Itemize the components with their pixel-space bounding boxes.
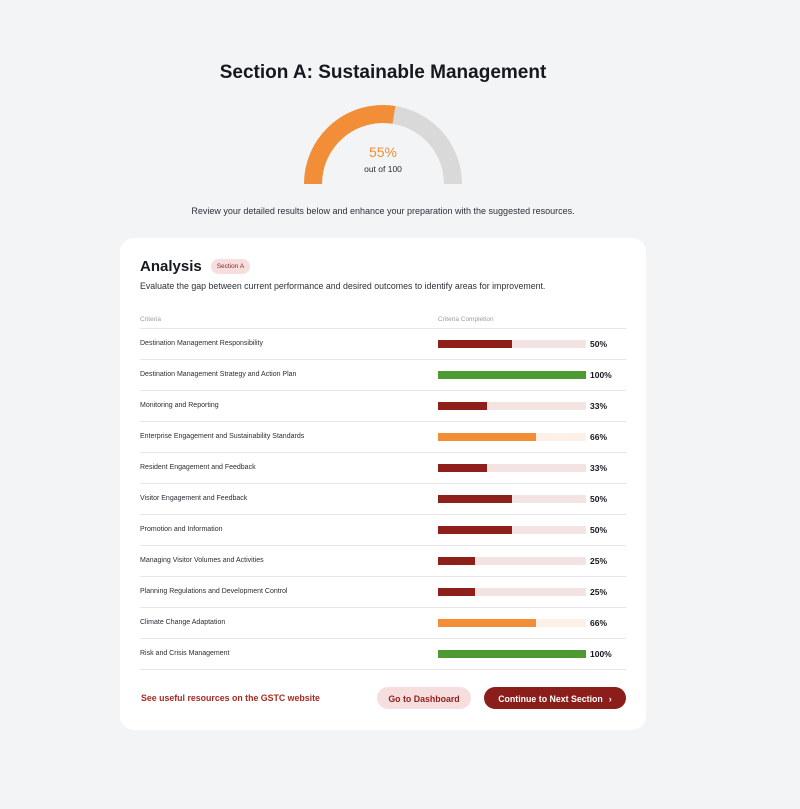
table-row: Resident Engagement and Feedback 33%: [140, 453, 626, 484]
completion-percent: 25%: [590, 587, 608, 597]
completion-bar-track: [438, 588, 586, 596]
gstc-resources-link[interactable]: See useful resources on the GSTC website: [141, 693, 320, 703]
completion-bar-fill: [438, 402, 487, 410]
table-row: Risk and Crisis Management 100%: [140, 639, 626, 670]
completion-bar-track: [438, 433, 586, 441]
completion-percent: 50%: [590, 339, 608, 349]
table-row: Managing Visitor Volumes and Activities 2…: [140, 546, 626, 577]
table-row: Planning Regulations and Development Con…: [140, 577, 626, 608]
completion-percent: 66%: [590, 432, 608, 442]
completion-bar-track: [438, 340, 586, 348]
table-row: Visitor Engagement and Feedback 50%: [140, 484, 626, 515]
gauge-score: 55%: [368, 144, 398, 160]
completion-percent: 25%: [590, 556, 608, 566]
table-row: Destination Management Strategy and Acti…: [140, 360, 626, 391]
completion-percent: 66%: [590, 618, 608, 628]
completion-percent: 33%: [590, 401, 608, 411]
completion-bar-track: [438, 402, 586, 410]
completion-bar-track: [438, 371, 586, 379]
table-header: Criteria Criteria Completion: [140, 314, 626, 329]
section-badge: Section A: [210, 259, 251, 274]
criteria-table: Criteria Criteria Completion Destination…: [140, 314, 626, 670]
analysis-title: Analysis: [140, 258, 202, 275]
criteria-name: Monitoring and Reporting: [140, 402, 219, 409]
completion-bar-fill: [438, 340, 512, 348]
completion-percent: 100%: [590, 370, 612, 380]
completion-bar-fill: [438, 650, 586, 658]
continue-button-label: Continue to Next Section: [498, 694, 603, 704]
criteria-name: Managing Visitor Volumes and Activities: [140, 557, 264, 564]
criteria-name: Promotion and Information: [140, 526, 223, 533]
completion-percent: 100%: [590, 649, 612, 659]
criteria-name: Visitor Engagement and Feedback: [140, 495, 248, 502]
continue-next-section-button[interactable]: Continue to Next Section ›: [484, 687, 626, 709]
completion-bar-fill: [438, 371, 586, 379]
go-to-dashboard-button[interactable]: Go to Dashboard: [377, 687, 471, 709]
completion-bar-fill: [438, 464, 487, 472]
analysis-card: Analysis Section A Evaluate the gap betw…: [120, 238, 646, 730]
completion-percent: 50%: [590, 494, 608, 504]
table-row: Enterprise Engagement and Sustainability…: [140, 422, 626, 453]
column-header-completion: Criteria Completion: [438, 316, 494, 323]
completion-percent: 33%: [590, 463, 608, 473]
criteria-name: Planning Regulations and Development Con…: [140, 588, 288, 595]
table-row: Monitoring and Reporting 33%: [140, 391, 626, 422]
completion-bar-track: [438, 464, 586, 472]
completion-bar-fill: [438, 433, 536, 441]
table-row: Promotion and Information 50%: [140, 515, 626, 546]
page: Section A: Sustainable Management 55% ou…: [0, 0, 800, 809]
gauge-subtitle: out of 100: [364, 164, 402, 174]
completion-bar-track: [438, 526, 586, 534]
page-title-wrap: Section A: Sustainable Management: [0, 62, 766, 84]
criteria-name: Risk and Crisis Management: [140, 650, 230, 657]
criteria-name: Destination Management Strategy and Acti…: [140, 371, 297, 378]
analysis-header: Analysis Section A: [140, 258, 251, 275]
completion-bar-fill: [438, 588, 475, 596]
intro-text: Review your detailed results below and e…: [191, 206, 575, 216]
table-row: Climate Change Adaptation 66%: [140, 608, 626, 639]
criteria-name: Enterprise Engagement and Sustainability…: [140, 433, 305, 440]
page-title: Section A: Sustainable Management: [219, 62, 547, 83]
criteria-name: Resident Engagement and Feedback: [140, 464, 256, 471]
table-body: Destination Management Responsibility 50%…: [140, 329, 626, 670]
completion-bar-fill: [438, 619, 536, 627]
chevron-right-icon: ›: [608, 694, 612, 704]
analysis-description: Evaluate the gap between current perform…: [140, 281, 546, 291]
table-row: Destination Management Responsibility 50%: [140, 329, 626, 360]
completion-bar-fill: [438, 526, 512, 534]
completion-bar-track: [438, 619, 586, 627]
score-gauge: 55% out of 100: [303, 104, 463, 186]
completion-percent: 50%: [590, 525, 608, 535]
criteria-name: Climate Change Adaptation: [140, 619, 226, 626]
completion-bar-track: [438, 650, 586, 658]
criteria-name: Destination Management Responsibility: [140, 340, 263, 347]
completion-bar-fill: [438, 495, 512, 503]
column-header-criteria: Criteria: [140, 316, 161, 323]
completion-bar-track: [438, 495, 586, 503]
completion-bar-track: [438, 557, 586, 565]
completion-bar-fill: [438, 557, 475, 565]
